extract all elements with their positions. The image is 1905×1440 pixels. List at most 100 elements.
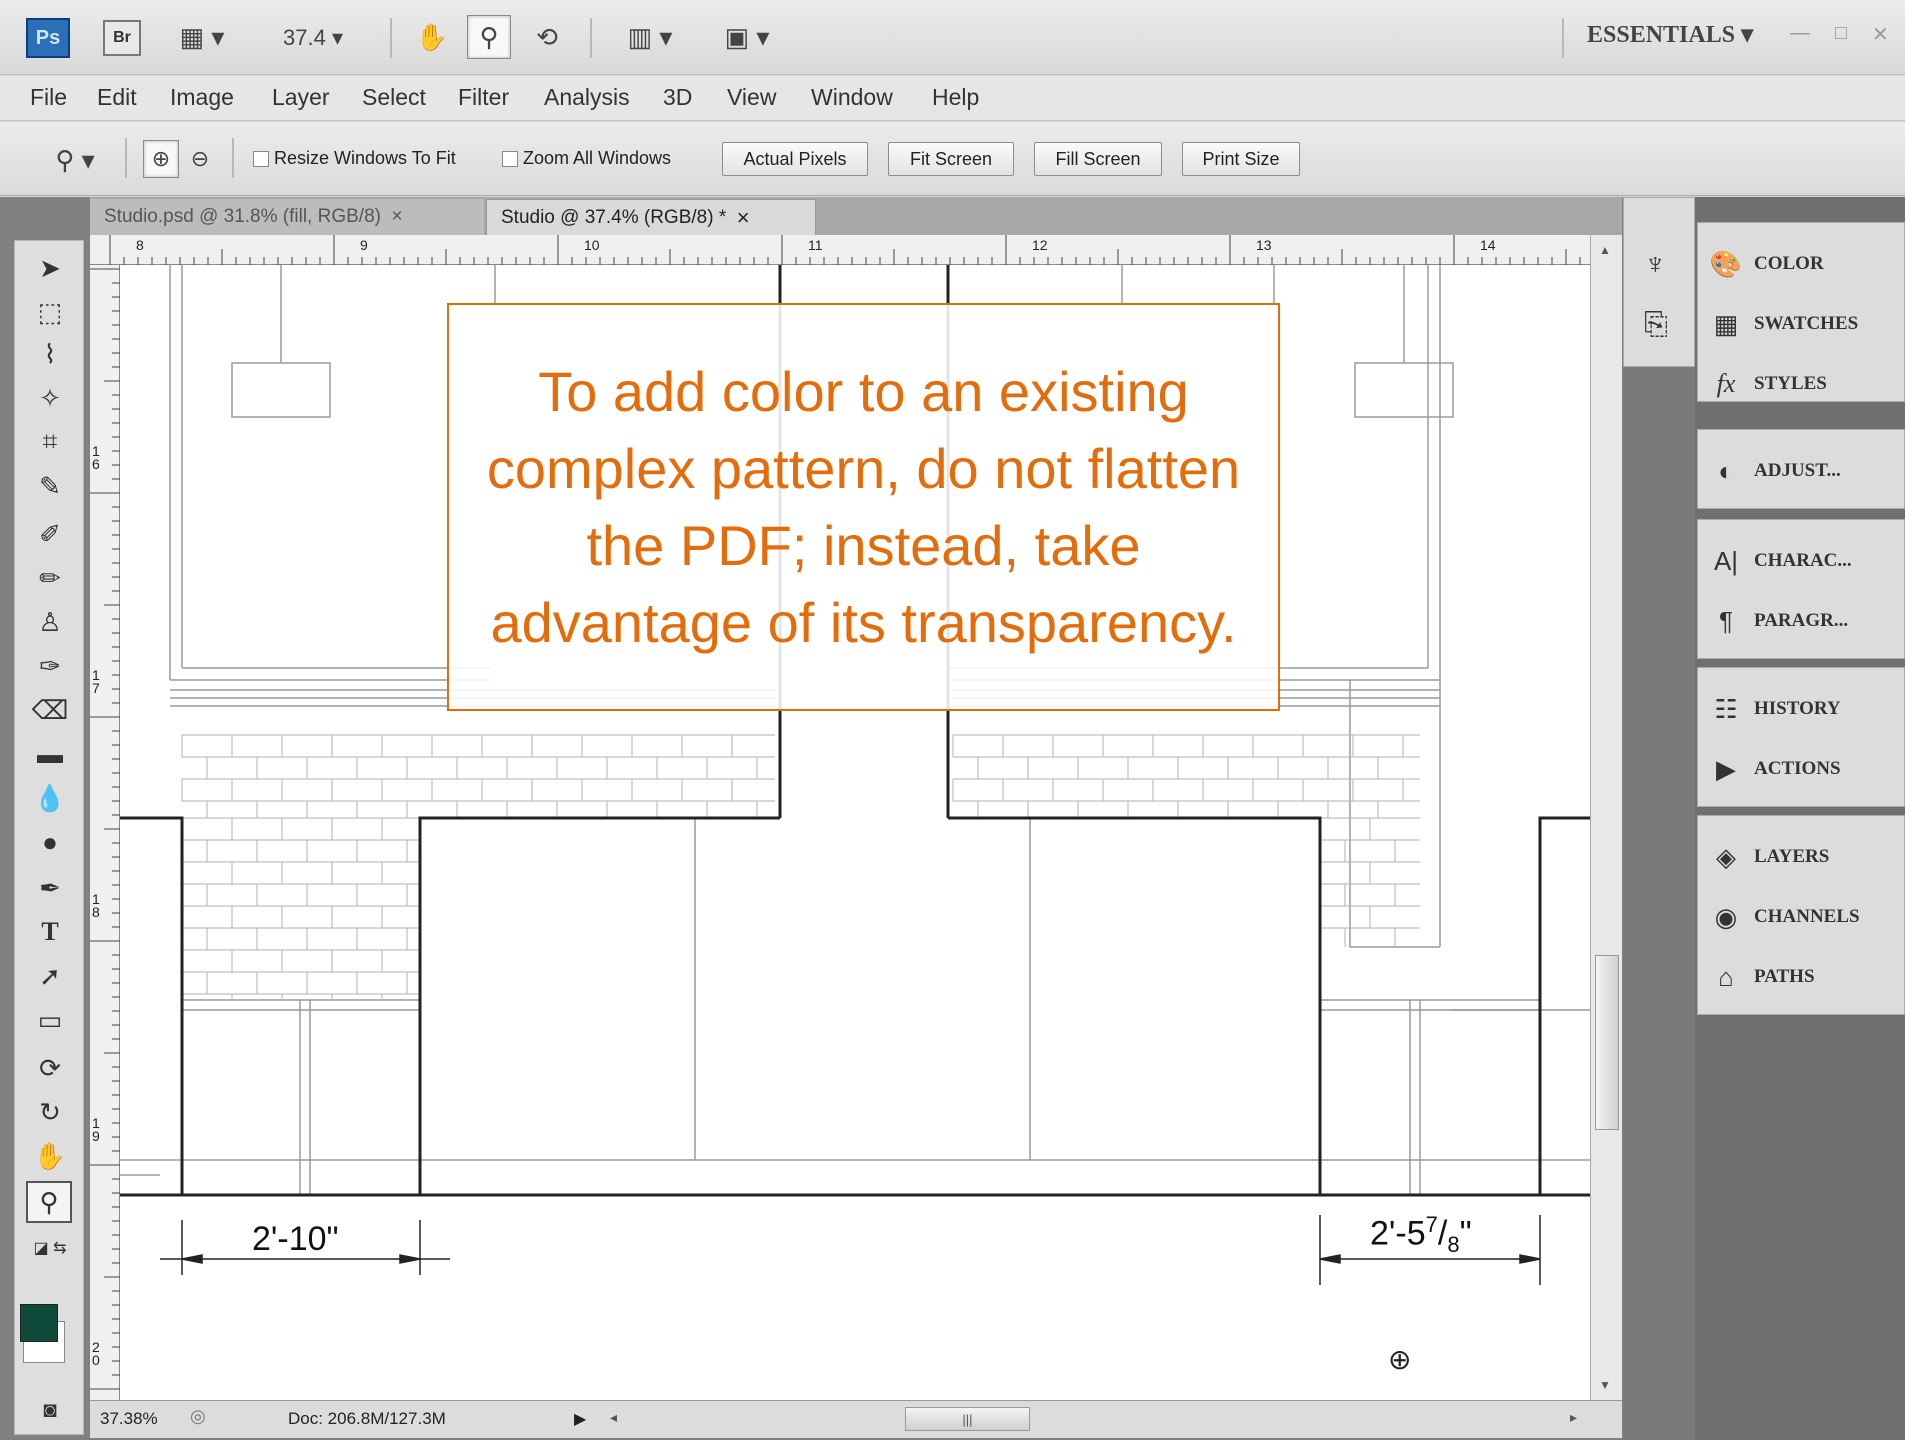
character-panel-tab[interactable]: A| CHARAC... (1698, 532, 1905, 590)
swatches-panel-tab[interactable]: ▦ SWATCHES (1698, 295, 1905, 353)
scroll-right-icon[interactable]: ▸ (1570, 1409, 1577, 1426)
gradient-tool-icon[interactable]: ▬ (15, 733, 85, 775)
pen-tool-icon[interactable]: ✒ (15, 867, 85, 909)
tool-presets-icon[interactable]: ♆ (1644, 248, 1667, 282)
tab-close-icon[interactable]: × (737, 205, 750, 231)
foreground-color-swatch[interactable] (20, 1304, 58, 1342)
3d-orbit-tool-icon[interactable]: ↻ (15, 1091, 85, 1133)
channels-panel-tab[interactable]: ◉ CHANNELS (1698, 888, 1905, 946)
tab-label: Studio @ 37.4% (RGB/8) * (501, 206, 727, 228)
status-info-icon[interactable]: ◎ (190, 1406, 206, 1427)
panel-label: COLOR (1754, 253, 1824, 274)
tool-preset-picker[interactable]: ⚲ ▾ (40, 138, 110, 182)
layers-panel-tab[interactable]: ◈ LAYERS (1698, 828, 1905, 886)
paragraph-panel-tab[interactable]: ¶ PARAGR... (1698, 592, 1905, 650)
dimension-right-label: 2'-57/8" (1370, 1212, 1472, 1258)
type-tool-icon[interactable]: T (15, 911, 85, 953)
crop-tool-icon[interactable]: ⌗ (15, 421, 85, 463)
ruler-label: 19 (92, 1115, 100, 1144)
status-menu-arrow-icon[interactable]: ▶ (574, 1409, 586, 1429)
menu-bar: File Edit Image Layer Select Filter Anal… (0, 76, 1905, 121)
eraser-tool-icon[interactable]: ⌫ (15, 689, 85, 731)
photoshop-logo[interactable]: Ps (26, 18, 70, 58)
magic-wand-tool-icon[interactable]: ✧ (15, 377, 85, 419)
scroll-left-icon[interactable]: ◂ (610, 1409, 617, 1426)
ruler-label: 11 (808, 237, 823, 253)
maximize-icon[interactable]: □ (1835, 22, 1847, 45)
3d-rotate-tool-icon[interactable]: ⟳ (15, 1047, 85, 1089)
view-extras-icon[interactable]: ▦ ▾ (168, 15, 236, 59)
move-tool-icon[interactable]: ➤ (15, 247, 85, 289)
minimize-icon[interactable]: — (1790, 22, 1810, 45)
channels-icon: ◉ (1714, 901, 1738, 932)
menu-view[interactable]: View (727, 84, 776, 111)
workspace-switcher[interactable]: ESSENTIALS ▾ (1587, 20, 1753, 49)
panel-label: HISTORY (1754, 698, 1841, 719)
horizontal-scroll-thumb[interactable]: ||| (905, 1407, 1030, 1431)
clone-source-icon[interactable]: ⎘ (1644, 308, 1668, 342)
arrange-documents-icon[interactable]: ▥ ▾ (615, 15, 685, 59)
shape-tool-icon[interactable]: ▭ (15, 999, 85, 1041)
zoom-tool-small-icon[interactable]: ⚲ (26, 1181, 72, 1223)
menu-help[interactable]: Help (932, 84, 979, 111)
fill-screen-button[interactable]: Fill Screen (1034, 142, 1162, 176)
menu-file[interactable]: File (30, 84, 67, 111)
menu-edit[interactable]: Edit (97, 84, 137, 111)
clone-stamp-tool-icon[interactable]: ♙ (15, 601, 85, 643)
tab-close-icon[interactable]: × (392, 206, 403, 228)
actual-pixels-button[interactable]: Actual Pixels (722, 142, 868, 176)
quick-mask-icon[interactable]: ◙ (15, 1389, 85, 1431)
dodge-tool-icon[interactable]: ● (15, 821, 85, 863)
tab-studio[interactable]: Studio @ 37.4% (RGB/8) * × (486, 199, 816, 235)
status-zoom[interactable]: 37.38% (100, 1409, 158, 1429)
history-panel-tab[interactable]: ☷ HISTORY (1698, 680, 1905, 738)
adjustments-panel-tab[interactable]: ◐ ADJUST... (1698, 442, 1905, 500)
history-icon: ☷ (1714, 693, 1738, 724)
hand-tool-icon[interactable]: ✋ (410, 15, 454, 59)
zoom-in-icon[interactable]: ⊕ (143, 140, 179, 178)
swap-colors-icon[interactable]: ◪ ⇆ (15, 1227, 85, 1269)
screen-mode-icon[interactable]: ▣ ▾ (712, 15, 782, 59)
vertical-scrollbar[interactable]: ▲ ▼ (1590, 235, 1622, 1400)
styles-panel-tab[interactable]: fx STYLES (1698, 355, 1905, 413)
close-icon[interactable]: ✕ (1872, 22, 1889, 47)
menu-layer[interactable]: Layer (272, 84, 330, 111)
options-bar: ⚲ ▾ ⊕ ⊖ Resize Windows To Fit Zoom All W… (0, 122, 1905, 196)
menu-image[interactable]: Image (170, 84, 234, 111)
menu-3d[interactable]: 3D (663, 84, 692, 111)
resize-windows-label: Resize Windows To Fit (274, 148, 456, 168)
resize-windows-checkbox[interactable]: Resize Windows To Fit (253, 148, 456, 169)
lasso-tool-icon[interactable]: ⌇ (15, 333, 85, 375)
rotate-view-icon[interactable]: ⟲ (525, 15, 569, 59)
menu-filter[interactable]: Filter (458, 84, 509, 111)
panel-group-history: ☷ HISTORY ▶ ACTIONS (1697, 667, 1905, 807)
zoom-tool-icon[interactable]: ⚲ (467, 15, 511, 59)
zoom-all-windows-checkbox[interactable]: Zoom All Windows (502, 148, 671, 169)
hand-tool-small-icon[interactable]: ✋ (15, 1135, 85, 1177)
vertical-scroll-thumb[interactable] (1595, 955, 1619, 1130)
scroll-up-icon[interactable]: ▲ (1599, 243, 1611, 257)
history-brush-tool-icon[interactable]: ✑ (15, 645, 85, 687)
healing-brush-tool-icon[interactable]: ✐ (15, 513, 85, 555)
menu-select[interactable]: Select (362, 84, 426, 111)
zoom-level-dropdown[interactable]: 37.4 ▾ (283, 14, 343, 62)
tab-studio-psd[interactable]: Studio.psd @ 31.8% (fill, RGB/8) × (90, 199, 484, 235)
brush-tool-icon[interactable]: ✏ (15, 557, 85, 599)
blur-tool-icon[interactable]: 💧 (15, 777, 85, 819)
zoom-all-windows-label: Zoom All Windows (523, 148, 672, 168)
panel-label: STYLES (1754, 373, 1827, 394)
actions-panel-tab[interactable]: ▶ ACTIONS (1698, 740, 1905, 798)
marquee-tool-icon[interactable]: ⬚ (15, 291, 85, 333)
eyedropper-tool-icon[interactable]: ✎ (15, 465, 85, 507)
bridge-button[interactable]: Br (103, 20, 141, 56)
menu-window[interactable]: Window (811, 84, 893, 111)
color-panel-tab[interactable]: 🎨 COLOR (1698, 235, 1905, 293)
scroll-down-icon[interactable]: ▼ (1599, 1378, 1611, 1392)
menu-analysis[interactable]: Analysis (544, 84, 630, 111)
path-selection-tool-icon[interactable]: ➚ (15, 955, 85, 997)
ruler-label: 10 (584, 237, 600, 253)
paths-panel-tab[interactable]: ⌂ PATHS (1698, 948, 1905, 1006)
zoom-out-icon[interactable]: ⊖ (182, 140, 218, 178)
fit-screen-button[interactable]: Fit Screen (888, 142, 1014, 176)
print-size-button[interactable]: Print Size (1182, 142, 1300, 176)
